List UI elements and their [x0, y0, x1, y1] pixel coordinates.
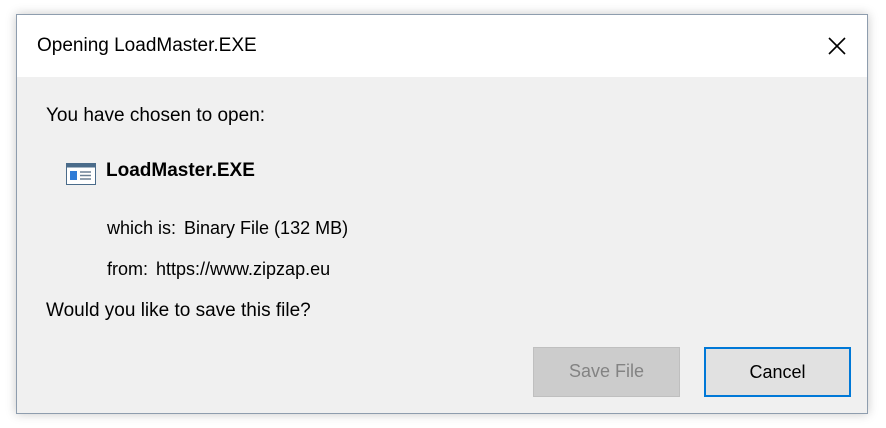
open-file-dialog: Opening LoadMaster.EXE You have chosen t…: [16, 14, 868, 414]
file-type-label: which is:: [107, 218, 177, 238]
close-button[interactable]: [805, 15, 867, 77]
file-source-label: from:: [107, 259, 149, 279]
file-name: LoadMaster.EXE: [106, 160, 255, 181]
close-icon: [828, 37, 846, 55]
cancel-button[interactable]: Cancel: [704, 347, 851, 397]
dialog-title: Opening LoadMaster.EXE: [37, 35, 257, 56]
file-type-row: which is: Binary File (132 MB): [107, 218, 348, 239]
screen-background: Opening LoadMaster.EXE You have chosen t…: [0, 0, 886, 428]
file-type-value: Binary File (132 MB): [184, 218, 349, 238]
file-source-value: https://www.zipzap.eu: [156, 259, 331, 279]
dialog-content: You have chosen to open: LoadMaster.EXE …: [17, 77, 867, 413]
file-source-row: from: https://www.zipzap.eu: [107, 259, 330, 280]
save-file-button[interactable]: Save File: [533, 347, 680, 397]
executable-file-icon: [66, 163, 96, 185]
dialog-titlebar: Opening LoadMaster.EXE: [17, 15, 867, 77]
save-question-text: Would you like to save this file?: [46, 300, 311, 321]
open-prompt-text: You have chosen to open:: [46, 105, 266, 126]
